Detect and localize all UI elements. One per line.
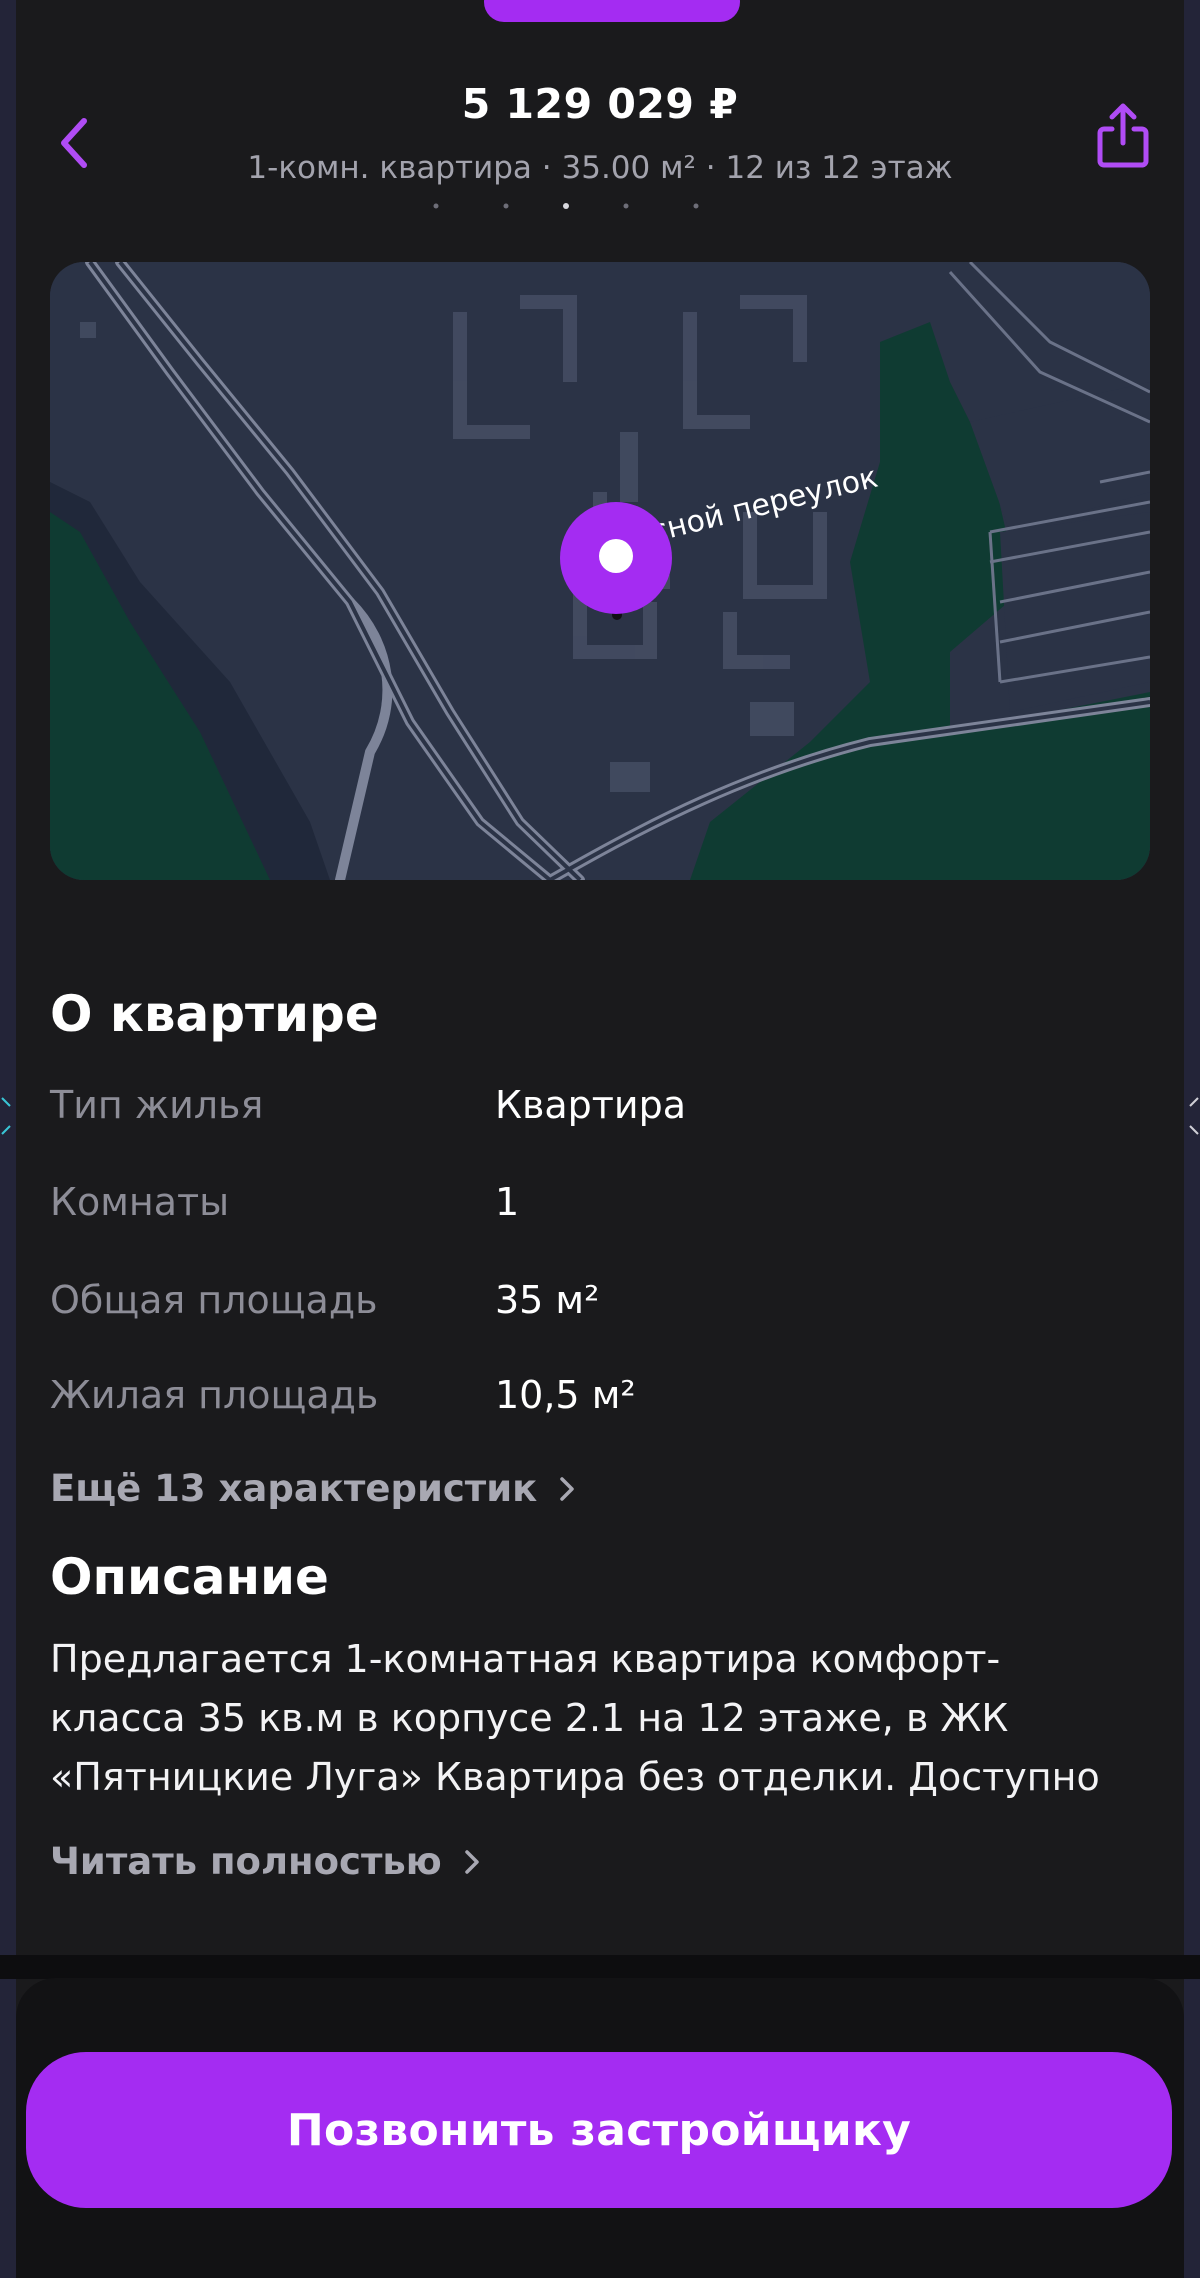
card-separator [0, 1955, 1200, 1979]
description-fade [1106, 1760, 1184, 1820]
description-line: Предлагается 1-комнатная квартира комфор… [50, 1637, 1001, 1681]
app-screen: 5 129 029 ₽ 1-комн. квартира · 35.00 м² … [16, 0, 1184, 2245]
chevron-right-icon [560, 1476, 575, 1501]
header: 5 129 029 ₽ 1-комн. квартира · 35.00 м² … [16, 60, 1184, 210]
more-characteristics-link[interactable]: Ещё 13 характеристик [50, 1467, 575, 1510]
right-edge-marker [1189, 1097, 1199, 1135]
row-value-total-area: 35 м² [495, 1278, 600, 1322]
row-label-living-area: Жилая площадь [50, 1373, 379, 1417]
more-characteristics-label: Ещё 13 характеристик [50, 1467, 538, 1510]
read-more-label: Читать полностью [50, 1840, 442, 1883]
row-value-living-area: 10,5 м² [495, 1373, 636, 1417]
top-pill [484, 0, 740, 22]
read-more-link[interactable]: Читать полностью [50, 1840, 480, 1883]
description-text: Предлагается 1-комнатная квартира комфор… [50, 1630, 1150, 1807]
pagination-dots [433, 203, 699, 209]
description-line: класса 35 кв.м в корпусе 2.1 на 12 этаже… [50, 1696, 1009, 1740]
share-button[interactable] [1088, 96, 1158, 176]
chevron-right-icon [465, 1849, 479, 1874]
call-developer-label: Позвонить застройщику [286, 2104, 912, 2156]
location-map[interactable]: Лесной переулок [50, 262, 1150, 880]
about-title: О квартире [50, 985, 379, 1043]
share-icon [1097, 103, 1149, 168]
left-edge-marker [1, 1097, 11, 1135]
price: 5 129 029 ₽ [461, 80, 739, 128]
call-developer-button[interactable]: Позвонить застройщику [26, 2052, 1172, 2208]
row-label-total-area: Общая площадь [50, 1278, 378, 1322]
description-line: «Пятницкие Луга» Квартира без отделки. Д… [50, 1755, 1100, 1799]
row-label-housing-type: Тип жилья [50, 1083, 264, 1127]
row-value-rooms: 1 [495, 1180, 520, 1224]
description-title: Описание [50, 1548, 329, 1606]
row-value-housing-type: Квартира [495, 1083, 687, 1127]
listing-subtitle: 1-комн. квартира · 35.00 м² · 12 из 12 э… [247, 150, 953, 186]
row-label-rooms: Комнаты [50, 1180, 230, 1224]
